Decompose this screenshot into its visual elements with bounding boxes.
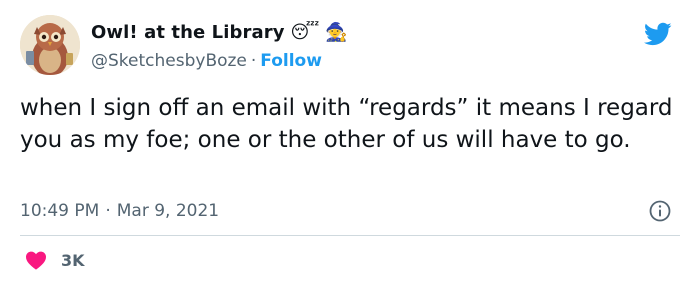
twitter-bird-icon[interactable] xyxy=(641,20,675,48)
timestamp[interactable]: 10:49 PM · Mar 9, 2021 xyxy=(20,201,219,221)
display-name[interactable]: Owl! at the Library xyxy=(91,22,285,43)
separator-dot: · xyxy=(105,201,111,221)
name-row: Owl! at the Library 😴 🧙 xyxy=(91,22,348,43)
tweet-time: 10:49 PM xyxy=(20,201,100,221)
like-button[interactable]: 3K xyxy=(25,250,85,270)
mage-emoji-icon: 🧙 xyxy=(325,22,348,43)
sleeping-face-emoji-icon: 😴 xyxy=(290,22,320,43)
avatar[interactable] xyxy=(20,15,80,75)
info-icon[interactable] xyxy=(648,199,672,223)
tweet-card: Owl! at the Library 😴 🧙 @SketchesbyBoze ·… xyxy=(0,0,700,288)
like-count: 3K xyxy=(61,250,85,270)
divider xyxy=(20,235,680,236)
separator-dot: · xyxy=(250,51,257,71)
follow-button[interactable]: Follow xyxy=(260,51,322,71)
owl-avatar-icon xyxy=(20,15,80,75)
handle-row: @SketchesbyBoze · Follow xyxy=(91,51,322,71)
tweet-text: when I sign off an email with “regards” … xyxy=(20,95,673,153)
heart-icon xyxy=(26,251,46,270)
tweet-date: Mar 9, 2021 xyxy=(116,201,220,221)
user-handle[interactable]: @SketchesbyBoze xyxy=(91,51,247,71)
